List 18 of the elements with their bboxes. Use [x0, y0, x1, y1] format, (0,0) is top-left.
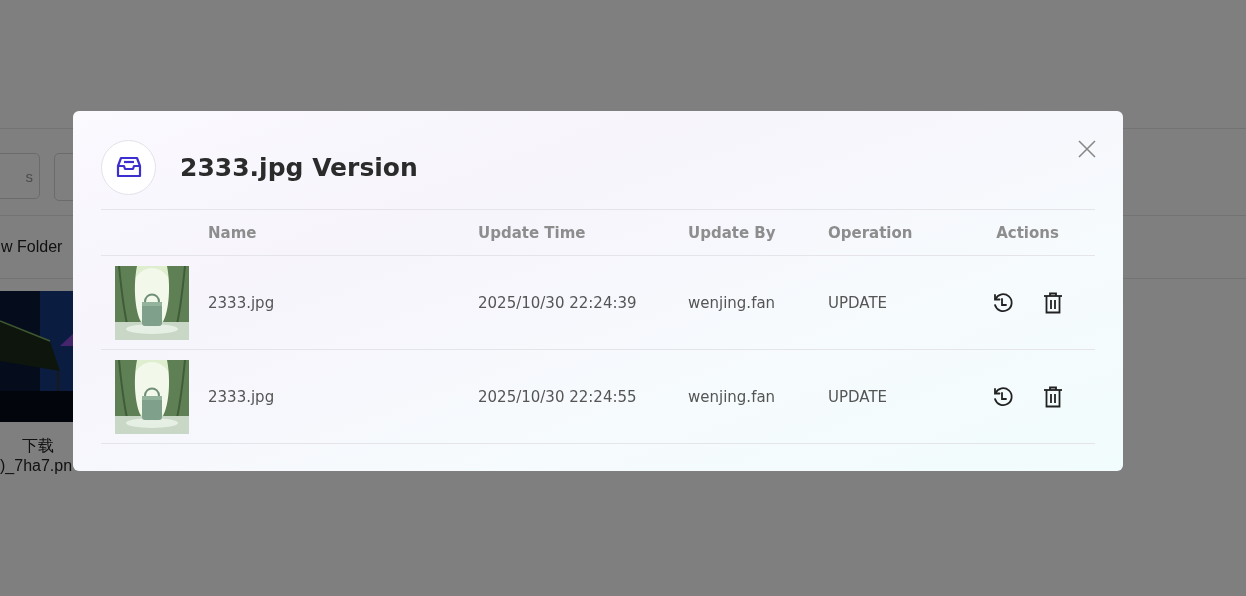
table-cell-text: wenjing.fan — [687, 293, 777, 312]
close-icon[interactable] — [1077, 139, 1097, 159]
file-name: )_7ha7.pn — [0, 457, 73, 475]
table-cell-text: wenjing.fan — [687, 387, 777, 406]
table-cell-text: 2333.jpg — [207, 293, 276, 312]
new-folder-button[interactable]: w Folder — [1, 238, 63, 256]
table-cell-text: UPDATE — [827, 293, 889, 312]
column-header: Update By — [687, 223, 777, 242]
table-cell-text: 2025/10/30 22:24:39 — [477, 293, 638, 312]
table-cell-text: 2333.jpg — [207, 387, 276, 406]
file-label: 下载 — [22, 436, 54, 456]
table-cell-text: UPDATE — [827, 387, 889, 406]
table-cell-text: 2025/10/30 22:24:55 — [477, 387, 638, 406]
dialog-title: 2333.jpg Version — [180, 152, 418, 182]
column-header: Name — [207, 223, 258, 242]
column-header: Update Time — [477, 223, 587, 242]
column-header: Operation — [827, 223, 914, 242]
column-header: Actions — [995, 223, 1060, 242]
